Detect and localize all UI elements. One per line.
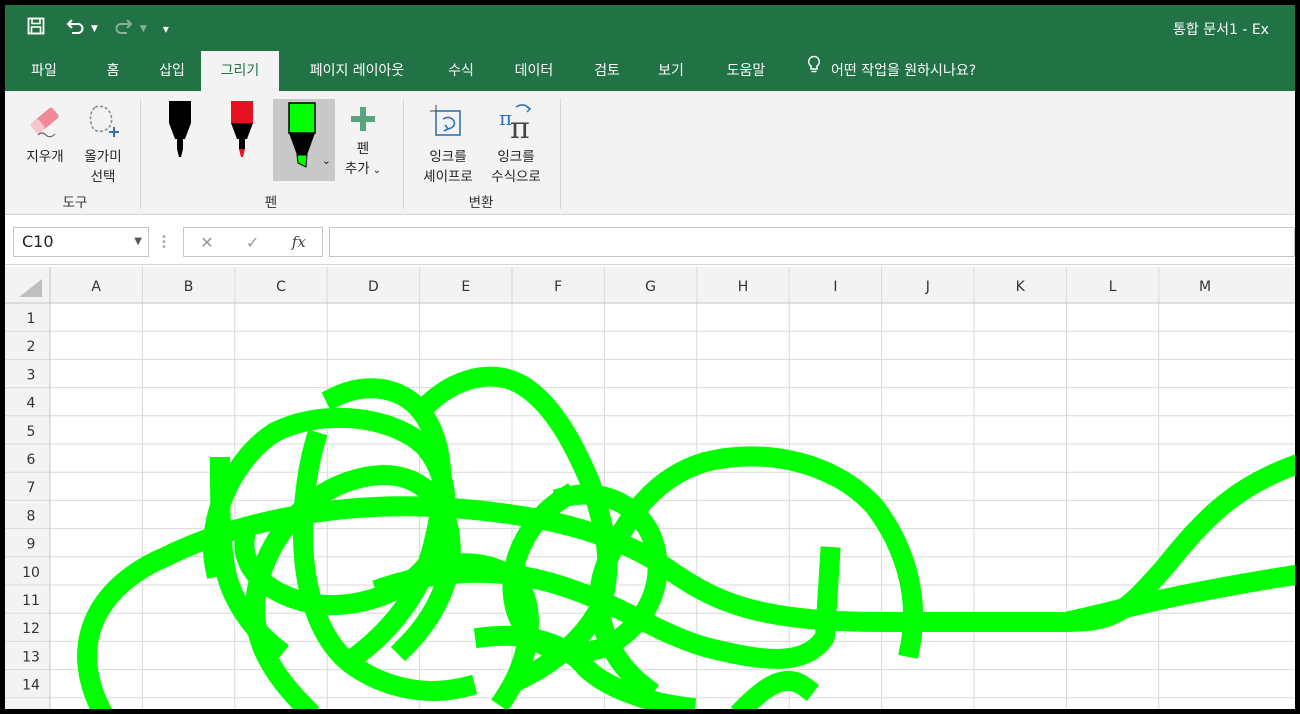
tab-review[interactable]: 검토: [579, 51, 635, 91]
formula-buttons: ✕ ✓ fx: [183, 227, 323, 257]
column-header-G[interactable]: G: [645, 279, 656, 295]
enter-icon[interactable]: ✓: [246, 233, 259, 252]
column-header-H[interactable]: H: [738, 279, 749, 295]
title-bar: ▼ ▼ ▾ 통합 문서1 - Ex: [5, 5, 1295, 51]
plus-icon: [339, 105, 387, 139]
cancel-icon[interactable]: ✕: [200, 233, 213, 252]
name-box-value: C10: [22, 232, 54, 251]
tab-file[interactable]: 파일: [13, 51, 75, 91]
black-pen-icon: [169, 101, 191, 157]
ink-to-math-button[interactable]: ππ 잉크를 수식으로: [483, 101, 549, 187]
ink-to-shape-label-line2: 셰이프로: [423, 169, 473, 185]
row-header-2[interactable]: 2: [27, 339, 36, 355]
tab-formulas[interactable]: 수식: [433, 51, 489, 91]
tell-me-search[interactable]: 어떤 작업을 원하시나요?: [807, 51, 976, 91]
column-header-D[interactable]: D: [368, 279, 379, 295]
window-title: 통합 문서1 - Ex: [1173, 22, 1269, 38]
column-header-E[interactable]: E: [461, 279, 470, 295]
row-header-7[interactable]: 7: [27, 480, 36, 496]
column-header-L[interactable]: L: [1109, 279, 1117, 295]
tab-page-layout[interactable]: 페이지 레이아웃: [287, 51, 427, 91]
redo-icon[interactable]: [114, 17, 134, 40]
ink-to-shape-icon: [415, 101, 481, 147]
eraser-label: 지우개: [26, 149, 64, 165]
quick-access-toolbar: ▼ ▼ ▾: [27, 17, 169, 40]
pen-green-highlighter[interactable]: ⌄: [273, 99, 335, 181]
row-header-3[interactable]: 3: [27, 367, 36, 383]
tab-data[interactable]: 데이터: [499, 51, 569, 91]
row-header-4[interactable]: 4: [27, 396, 36, 412]
column-header-I[interactable]: I: [833, 279, 837, 295]
tell-me-text: 어떤 작업을 원하시나요?: [831, 63, 977, 79]
formula-input[interactable]: [329, 227, 1295, 257]
tab-home[interactable]: 홈: [87, 51, 139, 91]
svg-text:π: π: [510, 111, 530, 141]
column-header-F[interactable]: F: [554, 279, 562, 295]
formula-bar: C10 ▼ • • • ✕ ✓ fx: [5, 217, 1295, 265]
name-box[interactable]: C10 ▼: [13, 227, 149, 257]
row-header-11[interactable]: 11: [22, 593, 40, 609]
green-highlighter-icon: [288, 102, 316, 168]
excel-window: ▼ ▼ ▾ 통합 문서1 - Ex 파일 홈 삽입 그리기 페이지 레이아웃 수…: [0, 0, 1300, 714]
eraser-icon: [19, 101, 71, 147]
lasso-label-line2: 선택: [90, 169, 116, 185]
column-header-M[interactable]: M: [1199, 279, 1211, 295]
column-header-C[interactable]: C: [276, 279, 286, 295]
red-pen-icon: [231, 101, 253, 157]
lasso-label-line1: 올가미: [84, 149, 122, 165]
ink-to-math-label-line1: 잉크를: [497, 149, 535, 165]
lasso-icon: [75, 101, 131, 147]
group-separator: [403, 99, 404, 209]
lightbulb-icon: [807, 51, 821, 91]
row-header-8[interactable]: 8: [27, 508, 36, 524]
chevron-down-icon: ⌄: [372, 165, 382, 176]
undo-dropdown-icon[interactable]: ▼: [91, 19, 98, 39]
save-icon[interactable]: [27, 17, 45, 40]
ink-to-shape-button[interactable]: 잉크를 셰이프로: [415, 101, 481, 187]
add-pen-button[interactable]: 펜 추가 ⌄: [339, 105, 387, 181]
redo-dropdown-icon[interactable]: ▼: [140, 19, 147, 39]
row-header-1[interactable]: 1: [27, 311, 36, 327]
add-pen-label-line2: 추가: [344, 161, 370, 177]
column-header-J[interactable]: J: [925, 279, 930, 295]
column-header-A[interactable]: A: [91, 279, 101, 295]
eraser-button[interactable]: 지우개: [19, 101, 71, 167]
chevron-down-icon[interactable]: ⌄: [322, 151, 331, 171]
undo-icon[interactable]: [65, 17, 85, 40]
add-pen-label-line1: 펜: [356, 141, 370, 157]
pen-red[interactable]: [221, 99, 263, 177]
ribbon-tabs: 파일 홈 삽입 그리기 페이지 레이아웃 수식 데이터 검토 보기 도움말 어떤…: [5, 51, 1295, 93]
row-header-14[interactable]: 14: [22, 678, 40, 694]
row-header-6[interactable]: 6: [27, 452, 36, 468]
column-header-B[interactable]: B: [184, 279, 194, 295]
row-header-12[interactable]: 12: [22, 621, 40, 637]
group-separator: [560, 99, 561, 209]
tab-insert[interactable]: 삽입: [143, 51, 201, 91]
group-separator: [140, 99, 141, 209]
ink-to-math-icon: ππ: [483, 101, 549, 147]
row-header-13[interactable]: 13: [22, 649, 40, 665]
row-header-5[interactable]: 5: [27, 424, 36, 440]
chevron-down-icon[interactable]: ▼: [134, 228, 142, 256]
group-label-pens: 펜: [264, 195, 278, 211]
row-header-10[interactable]: 10: [22, 565, 40, 581]
row-header-9[interactable]: 9: [27, 537, 36, 553]
draw-ribbon: 지우개 올가미 선택 도구 ⌄ 펜 추가 ⌄ 펜 잉크를 셰이프로 π π 잉크…: [5, 91, 1295, 215]
lasso-select-button[interactable]: 올가미 선택: [75, 101, 131, 187]
insert-function-icon[interactable]: fx: [292, 233, 306, 251]
tab-draw[interactable]: 그리기: [201, 51, 279, 93]
ink-to-shape-label-line1: 잉크를: [429, 149, 467, 165]
group-label-convert: 변환: [468, 195, 494, 211]
ink-to-math-label-line2: 수식으로: [491, 169, 541, 185]
drag-handle-icon[interactable]: • • •: [161, 233, 167, 253]
pen-black[interactable]: [159, 99, 201, 177]
worksheet-grid[interactable]: A B C D E F G H I J K L M1234567891011121314: [5, 267, 1295, 709]
customize-toolbar-icon[interactable]: ▾: [163, 19, 169, 39]
tab-view[interactable]: 보기: [643, 51, 699, 91]
group-label-tools: 도구: [62, 195, 88, 211]
column-header-K[interactable]: K: [1016, 279, 1026, 295]
tab-help[interactable]: 도움말: [711, 51, 781, 91]
